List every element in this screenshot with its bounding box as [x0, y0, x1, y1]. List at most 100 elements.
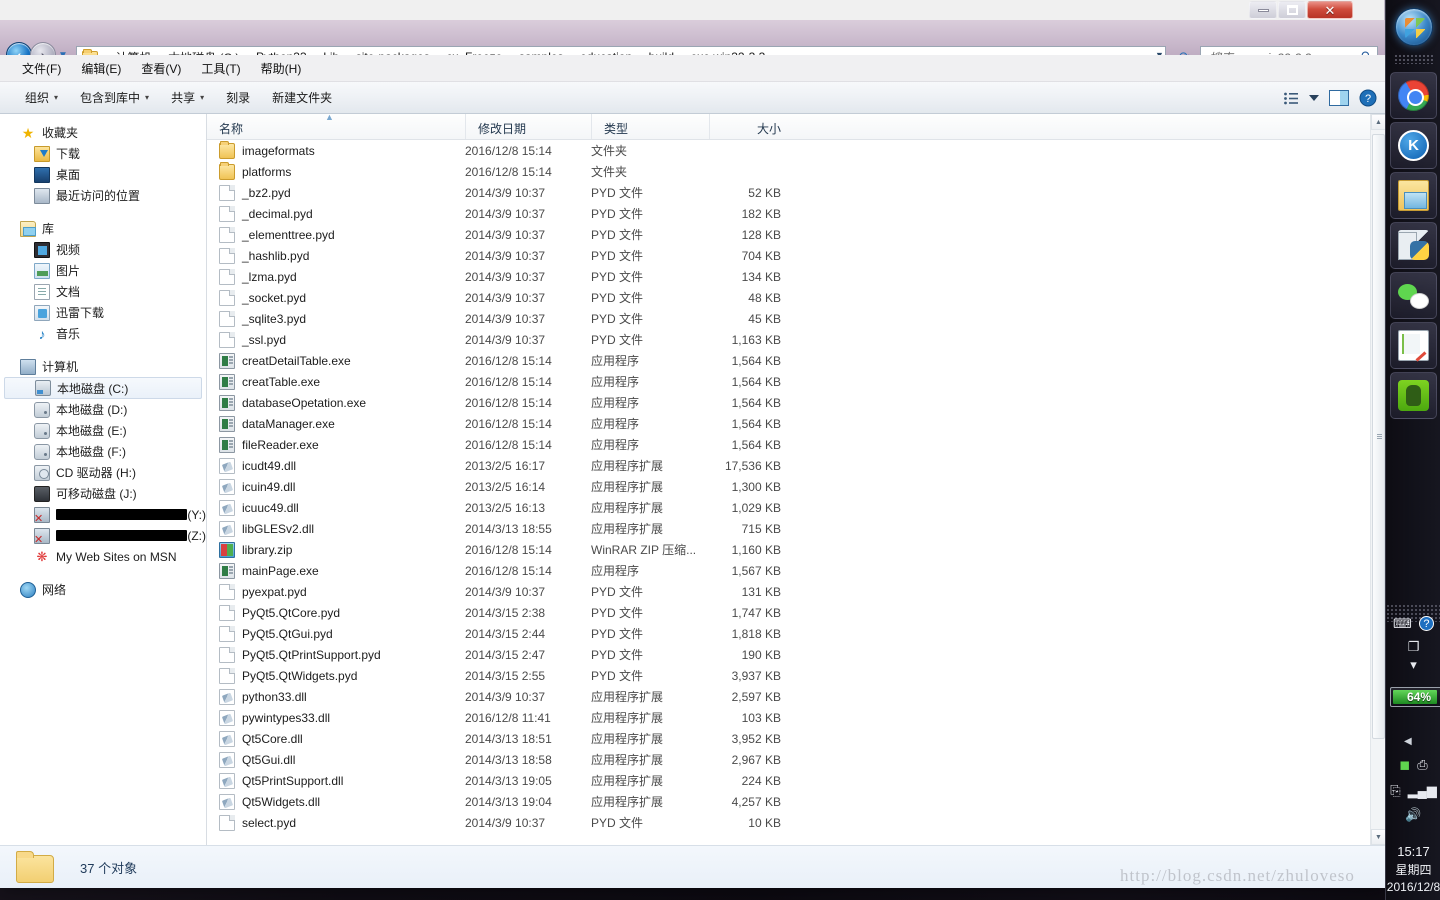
maximize-button[interactable]	[1278, 1, 1306, 19]
taskbar-item-wechat[interactable]	[1390, 272, 1437, 319]
navpane-item-removable-j[interactable]: 可移动磁盘 (J:)	[0, 483, 206, 504]
table-row[interactable]: _decimal.pyd 2014/3/9 10:37 PYD 文件 182 KB	[207, 203, 1370, 224]
taskbar-item-notepadpp[interactable]	[1390, 322, 1437, 369]
network-disconnect-icon[interactable]: ⎘	[1390, 784, 1400, 797]
column-header-date[interactable]: 修改日期	[465, 114, 591, 139]
table-row[interactable]: _ssl.pyd 2014/3/9 10:37 PYD 文件 1,163 KB	[207, 329, 1370, 350]
file-list-pane[interactable]: 名称 ▲ 修改日期 类型 大小 imageformats 2016/12/8 15…	[207, 114, 1385, 845]
scrollbar-thumb[interactable]	[1372, 134, 1385, 739]
table-row[interactable]: library.zip 2016/12/8 15:14 WinRAR ZIP 压缩.…	[207, 539, 1370, 560]
menu-edit[interactable]: 编辑(E)	[71, 57, 131, 80]
table-row[interactable]: _sqlite3.pyd 2014/3/9 10:37 PYD 文件 45 KB	[207, 308, 1370, 329]
table-row[interactable]: pyexpat.pyd 2014/3/9 10:37 PYD 文件 131 KB	[207, 581, 1370, 602]
navigation-pane[interactable]: ★ 收藏夹 下载 桌面 最近访问的位置 库 视频 图片 文档 迅雷下载 ♪ 音乐…	[0, 114, 207, 845]
taskbar-item-chrome[interactable]	[1390, 72, 1437, 119]
toolbar-organize[interactable]: 组织 ▾	[14, 85, 69, 110]
table-row[interactable]: icudt49.dll 2013/2/5 16:17 应用程序扩展 17,536 KB	[207, 455, 1370, 476]
help-icon[interactable]: ?	[1359, 89, 1377, 107]
help-icon[interactable]: ?	[1418, 616, 1434, 631]
navpane-item-downloads[interactable]: 下载	[0, 143, 206, 164]
navpane-group-computer[interactable]: 计算机	[0, 356, 206, 377]
table-row[interactable]: _elementtree.pyd 2014/3/9 10:37 PYD 文件 128 …	[207, 224, 1370, 245]
column-header-type[interactable]: 类型	[591, 114, 709, 139]
table-row[interactable]: pywintypes33.dll 2016/12/8 11:41 应用程序扩展 103…	[207, 707, 1370, 728]
navpane-group-libraries[interactable]: 库	[0, 218, 206, 239]
column-header-size[interactable]: 大小	[709, 114, 793, 139]
evernote-tray-icon[interactable]: ◼	[1399, 758, 1410, 771]
navpane-item-network-drive-z[interactable]: (Z:)	[0, 525, 206, 546]
collapse-arrow-icon[interactable]: ◀	[1404, 736, 1412, 747]
taskbar-item-evernote[interactable]	[1390, 372, 1437, 419]
taskbar-item-python[interactable]	[1390, 222, 1437, 269]
table-row[interactable]: creatTable.exe 2016/12/8 15:14 应用程序 1,564 K…	[207, 371, 1370, 392]
menu-view[interactable]: 查看(V)	[131, 57, 191, 80]
table-row[interactable]: creatDetailTable.exe 2016/12/8 15:14 应用程序 1…	[207, 350, 1370, 371]
navpane-item-videos[interactable]: 视频	[0, 239, 206, 260]
table-row[interactable]: PyQt5.QtWidgets.pyd 2014/3/15 2:55 PYD 文件 3…	[207, 665, 1370, 686]
toolbar-burn[interactable]: 刻录	[215, 85, 261, 110]
table-row[interactable]: databaseOpetation.exe 2016/12/8 15:14 应用程序…	[207, 392, 1370, 413]
navpane-item-desktop[interactable]: 桌面	[0, 164, 206, 185]
table-row[interactable]: platforms 2016/12/8 15:14 文件夹	[207, 161, 1370, 182]
table-row[interactable]: select.pyd 2014/3/9 10:37 PYD 文件 10 KB	[207, 812, 1370, 833]
table-row[interactable]: _socket.pyd 2014/3/9 10:37 PYD 文件 48 KB	[207, 287, 1370, 308]
table-row[interactable]: Qt5Core.dll 2014/3/13 18:51 应用程序扩展 3,952 KB	[207, 728, 1370, 749]
table-row[interactable]: Qt5Gui.dll 2014/3/13 18:58 应用程序扩展 2,967 KB	[207, 749, 1370, 770]
navpane-group-network[interactable]: 网络	[0, 579, 206, 600]
navpane-item-network-drive-y[interactable]: (Y:)	[0, 504, 206, 525]
toolbar-share[interactable]: 共享 ▾	[160, 85, 215, 110]
view-list-icon[interactable]	[1283, 91, 1299, 105]
taskbar-grip[interactable]	[1394, 54, 1434, 64]
table-row[interactable]: python33.dll 2014/3/9 10:37 应用程序扩展 2,597 KB	[207, 686, 1370, 707]
chevron-down-icon[interactable]	[1309, 94, 1319, 102]
show-hidden-icons-icon[interactable]: ▾	[1410, 658, 1417, 671]
navpane-item-cd-drive-h[interactable]: CD 驱动器 (H:)	[0, 462, 206, 483]
network-signal-icon[interactable]: ▂▄▆	[1408, 784, 1437, 797]
table-row[interactable]: Qt5PrintSupport.dll 2014/3/13 19:05 应用程序扩展…	[207, 770, 1370, 791]
table-row[interactable]: imageformats 2016/12/8 15:14 文件夹	[207, 140, 1370, 161]
table-row[interactable]: dataManager.exe 2016/12/8 15:14 应用程序 1,564 …	[207, 413, 1370, 434]
table-row[interactable]: mainPage.exe 2016/12/8 15:14 应用程序 1,567 KB	[207, 560, 1370, 581]
table-row[interactable]: icuin49.dll 2013/2/5 16:14 应用程序扩展 1,300 KB	[207, 476, 1370, 497]
vertical-scrollbar[interactable]: ▲ ▼	[1370, 114, 1385, 845]
taskbar-item-kingsoft[interactable]: K	[1390, 122, 1437, 169]
navpane-item-xunlei[interactable]: 迅雷下载	[0, 302, 206, 323]
table-row[interactable]: fileReader.exe 2016/12/8 15:14 应用程序 1,564 K…	[207, 434, 1370, 455]
toolbar-include-in-library[interactable]: 包含到库中 ▾	[69, 85, 160, 110]
table-row[interactable]: PyQt5.QtPrintSupport.pyd 2014/3/15 2:47 PY…	[207, 644, 1370, 665]
taskbar-item-explorer[interactable]	[1390, 172, 1437, 219]
battery-indicator[interactable]: 64%	[1390, 687, 1440, 707]
scroll-down-button[interactable]: ▼	[1371, 829, 1385, 845]
navpane-item-msn-web-sites[interactable]: ❋ My Web Sites on MSN	[0, 546, 206, 567]
taskbar-clock[interactable]: 15:17 星期四 2016/12/8	[1386, 844, 1440, 894]
navpane-item-pictures[interactable]: 图片	[0, 260, 206, 281]
navpane-item-drive-e[interactable]: 本地磁盘 (E:)	[0, 420, 206, 441]
navpane-item-drive-d[interactable]: 本地磁盘 (D:)	[0, 399, 206, 420]
navpane-item-drive-f[interactable]: 本地磁盘 (F:)	[0, 441, 206, 462]
toolbar-new-folder[interactable]: 新建文件夹	[261, 85, 343, 110]
usb-safe-remove-icon[interactable]: ⎙	[1417, 758, 1427, 771]
preview-pane-icon[interactable]	[1329, 90, 1349, 106]
window-switch-icon[interactable]: ❐	[1408, 640, 1420, 653]
table-row[interactable]: Qt5Widgets.dll 2014/3/13 19:04 应用程序扩展 4,257…	[207, 791, 1370, 812]
volume-icon[interactable]: 🔊	[1405, 808, 1421, 821]
table-row[interactable]: PyQt5.QtGui.pyd 2014/3/15 2:44 PYD 文件 1,818…	[207, 623, 1370, 644]
column-header-name[interactable]: 名称 ▲	[207, 114, 465, 139]
menu-help[interactable]: 帮助(H)	[251, 57, 312, 80]
table-row[interactable]: libGLESv2.dll 2014/3/13 18:55 应用程序扩展 715 KB	[207, 518, 1370, 539]
table-row[interactable]: PyQt5.QtCore.pyd 2014/3/15 2:38 PYD 文件 1,74…	[207, 602, 1370, 623]
table-row[interactable]: _bz2.pyd 2014/3/9 10:37 PYD 文件 52 KB	[207, 182, 1370, 203]
scroll-up-button[interactable]: ▲	[1371, 114, 1385, 130]
close-button[interactable]: ✕	[1307, 1, 1353, 19]
navpane-item-music[interactable]: ♪ 音乐	[0, 323, 206, 344]
menu-file[interactable]: 文件(F)	[12, 57, 71, 80]
table-row[interactable]: icuuc49.dll 2013/2/5 16:13 应用程序扩展 1,029 KB	[207, 497, 1370, 518]
minimize-button[interactable]	[1249, 1, 1277, 19]
table-row[interactable]: _lzma.pyd 2014/3/9 10:37 PYD 文件 134 KB	[207, 266, 1370, 287]
keyboard-icon[interactable]: ⌨	[1393, 617, 1412, 630]
navpane-item-documents[interactable]: 文档	[0, 281, 206, 302]
menu-tools[interactable]: 工具(T)	[191, 57, 250, 80]
navpane-item-recent-places[interactable]: 最近访问的位置	[0, 185, 206, 206]
table-row[interactable]: _hashlib.pyd 2014/3/9 10:37 PYD 文件 704 KB	[207, 245, 1370, 266]
navpane-group-favorites[interactable]: ★ 收藏夹	[0, 122, 206, 143]
